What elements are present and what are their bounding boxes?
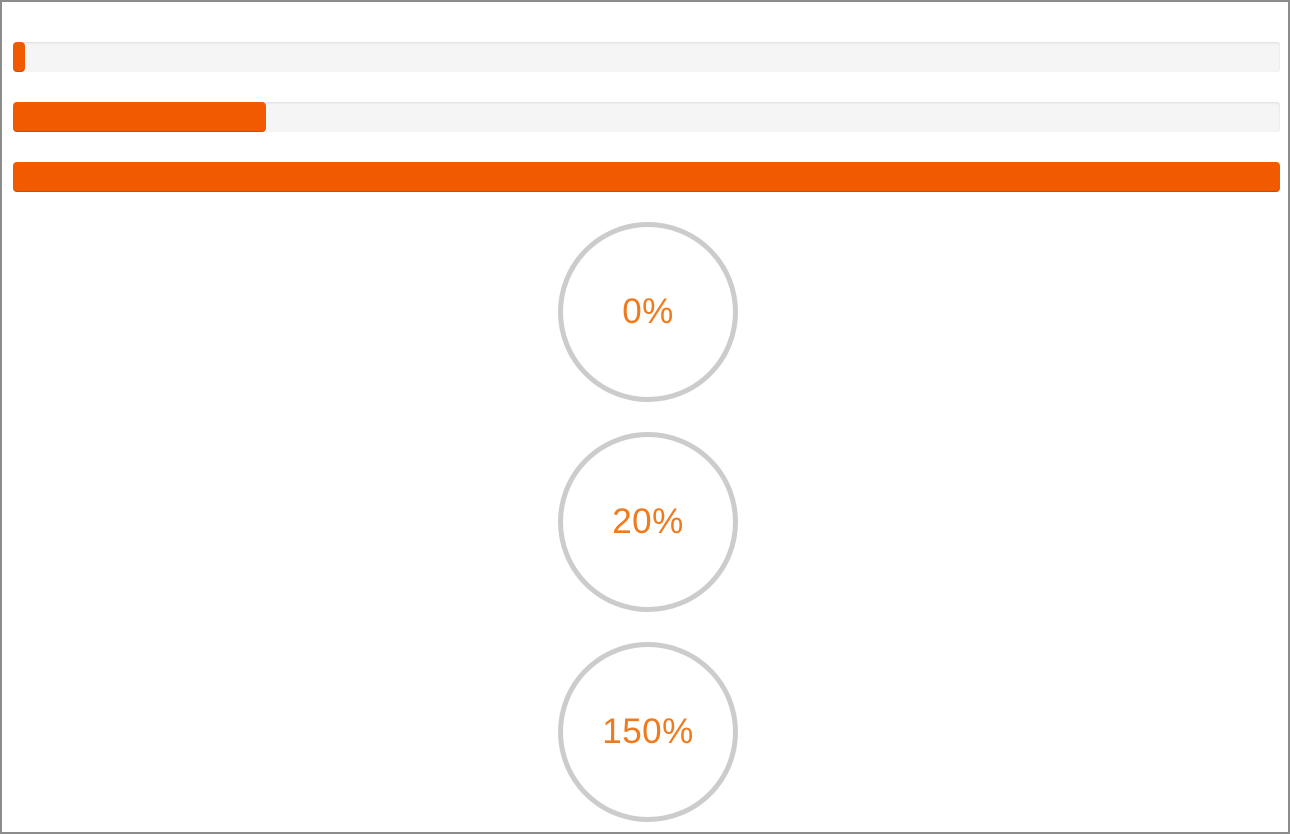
progress-ring-2: 150%	[558, 642, 738, 822]
progress-ring-label: 150%	[602, 712, 694, 751]
progress-ring-label: 0%	[622, 292, 674, 331]
progress-ring-1: 20%	[558, 432, 738, 612]
progress-bar-2	[13, 162, 1280, 192]
progress-bar-0	[13, 42, 1280, 72]
progress-bar-fill	[13, 102, 267, 132]
progress-bar-fill	[13, 162, 1280, 192]
progress-ring-0: 0%	[558, 222, 738, 402]
progress-ring-label: 20%	[612, 502, 684, 541]
progress-bar-1	[13, 102, 1280, 132]
progress-bar-fill	[13, 42, 25, 72]
progress-demo-page: 0% 20% 150%	[0, 0, 1290, 834]
